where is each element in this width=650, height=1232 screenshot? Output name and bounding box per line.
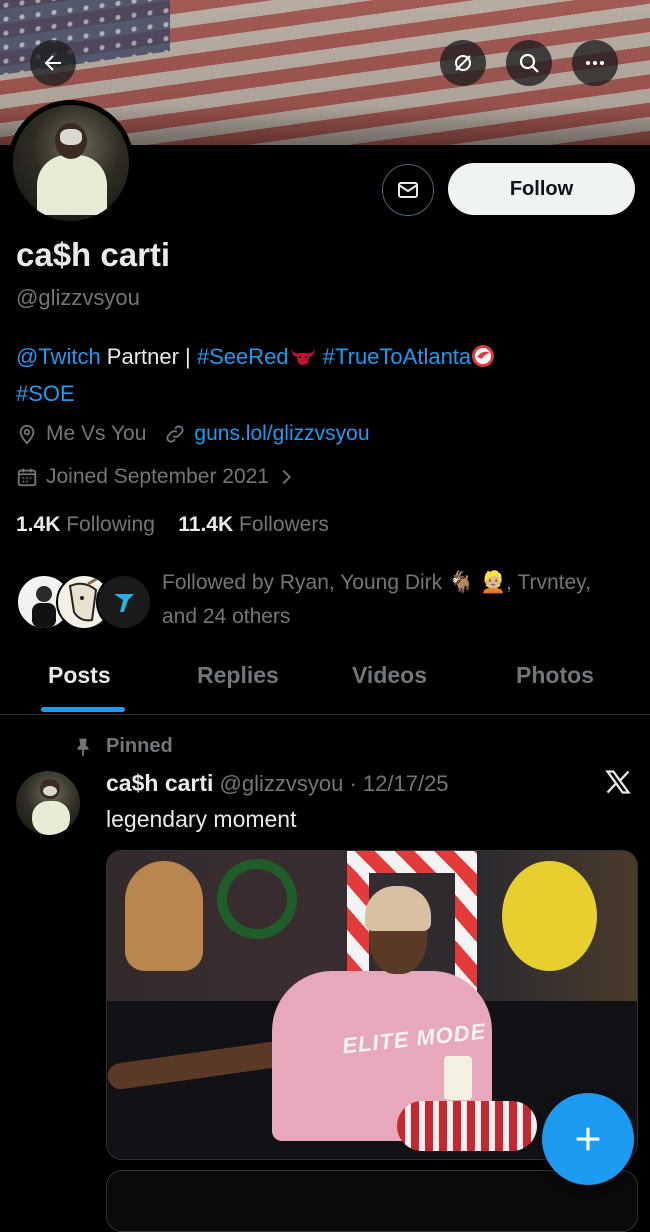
back-arrow-icon [44,55,61,71]
post-handle-time[interactable]: @glizzvsyou · 12/17/25 [220,771,449,796]
following-count: 1.4K [16,513,61,536]
more-icon [586,61,604,65]
tab-videos[interactable]: Videos [352,662,427,689]
followed-by-avatars[interactable] [16,574,152,630]
bio-hashtag-truetoatlanta[interactable]: #TrueToAtlanta [323,344,471,369]
next-post-preview[interactable] [106,1170,638,1232]
bio-hashtag-soe[interactable]: #SOE [16,381,75,406]
chevron-right-icon [282,469,291,485]
follow-counts: 1.4K Following 11.4K Followers [16,513,329,537]
profile-joined: Joined September 2021 [46,465,269,488]
media-wreath [217,859,297,939]
grok-button[interactable] [440,40,486,86]
tab-photos[interactable]: Photos [516,662,594,689]
bio-hashtag-seered[interactable]: #SeeRed [197,344,289,369]
search-icon [519,53,539,73]
tab-posts[interactable]: Posts [48,662,111,689]
followers-label: Followers [239,513,329,536]
followers-count: 11.4K [178,513,234,536]
post-author-avatar[interactable] [16,771,80,835]
profile-avatar[interactable] [8,100,134,226]
hawks-emoji-icon [472,345,495,367]
pinned-label-row: Pinned [72,735,173,758]
avatar-figure-mask [60,129,82,145]
grok-icon [455,55,471,71]
more-button[interactable] [572,40,618,86]
tab-replies[interactable]: Replies [197,662,279,689]
follower-avatar [96,574,152,630]
avatar-figure-body [37,155,107,215]
back-button[interactable] [30,40,76,86]
calendar-icon [17,468,37,487]
profile-name: ca$h carti [16,236,171,273]
profile-tabs: Posts Replies Videos Photos [0,656,650,715]
followers-link[interactable]: 11.4K Followers [178,513,329,536]
compose-button[interactable] [542,1093,634,1185]
envelope-icon [398,182,418,198]
post-text: legendary moment [106,806,297,832]
profile-bio: @Twitch Partner | #SeeRed #TrueToAtlanta… [16,338,636,412]
plus-icon [576,1127,600,1151]
pin-icon [77,738,89,756]
x-logo-icon[interactable] [604,768,632,796]
profile-meta-row: Me Vs You guns.lol/glizzvsyou [16,422,370,446]
bio-text: Partner | [100,344,197,369]
following-label: Following [66,513,155,536]
post-header: ca$h carti @glizzvsyou · 12/17/25 [106,770,449,797]
media-yellow-decor [502,861,597,971]
media-pompom [397,1101,537,1151]
bulls-emoji-icon [290,349,315,365]
location-icon [19,424,35,445]
profile-website[interactable]: guns.lol/glizzvsyou [194,422,369,446]
avatar-photo [13,105,129,221]
profile-handle: @glizzvsyou [16,285,140,310]
message-button[interactable] [382,164,434,216]
search-button[interactable] [506,40,552,86]
active-tab-indicator [41,707,125,712]
profile-location: Me Vs You [46,422,147,445]
media-beanie [365,886,431,931]
following-link[interactable]: 1.4K Following [16,513,155,536]
banner-flag-stars [0,0,170,75]
pinned-label: Pinned [106,735,173,757]
media-cup [444,1056,472,1100]
followed-by-text[interactable]: Followed by Ryan, Young Dirk 🐐 👱🏼, Trvnt… [162,566,612,634]
media-gingerbread [125,861,203,971]
post-author-name[interactable]: ca$h carti [106,770,213,796]
link-icon [166,425,184,443]
bio-link-twitch[interactable]: @Twitch [16,344,101,369]
follow-button[interactable]: Follow [448,163,635,215]
joined-row[interactable]: Joined September 2021 [16,465,297,489]
